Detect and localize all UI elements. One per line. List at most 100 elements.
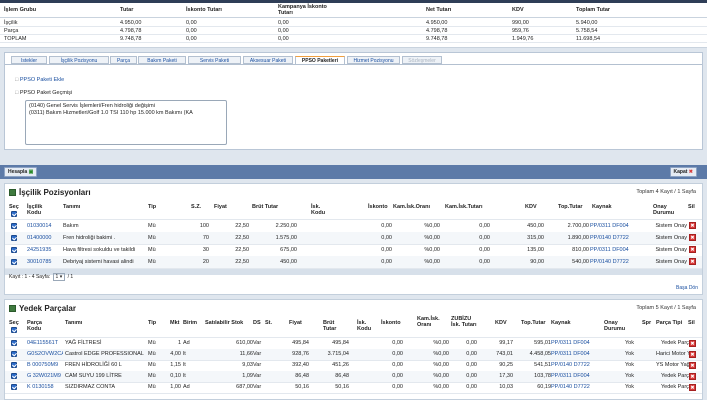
parts-cell: 11,66 (239, 351, 253, 357)
parts-header-cell[interactable]: Top.Tutar (521, 320, 551, 326)
summary-cell: 990,00 (512, 20, 529, 26)
delete-icon[interactable]: ✖ (689, 246, 696, 253)
labor-cell[interactable]: 01030014 (27, 222, 61, 230)
labor-cell: 20 (202, 259, 209, 265)
parts-cell[interactable]: G0S2OVW2CA (27, 350, 63, 358)
parts-cell[interactable]: PP/0311 DF004 (551, 372, 603, 380)
labor-cell[interactable]: 24251935 (27, 246, 61, 254)
tab-hizmet-pozisyonu[interactable]: Hizmet Pozisyonu (347, 56, 400, 64)
parts-header-cell: Onay Durumu (604, 320, 626, 332)
ppso-history-list[interactable]: (0140) Genel Servis İşlemleri/Fren hidro… (25, 100, 227, 145)
labor-cell: 0,00 (381, 247, 392, 253)
delete-icon[interactable]: ✖ (689, 258, 696, 265)
table-row[interactable]: K 0130158 SIZDIRMAZ CONTA Mü 1,00 Ad 687,00 Va… (5, 382, 702, 393)
summary-cell: 0,00 (186, 36, 197, 42)
row-checkbox[interactable] (11, 223, 17, 229)
table-row[interactable]: 30010785 Debriyaj sistemi havasi alindi Mü… (5, 256, 702, 268)
parts-cell[interactable]: PP/0311 DF004 (551, 350, 603, 358)
labor-record-info: Toplam 4 Kayıt / 1 Sayfa (636, 189, 696, 195)
parts-cell: 451,26 (332, 362, 349, 368)
table-row[interactable]: 04E115561T YAĞ FİLTRESİ Mü 1 Ad 610,00 Var 495,… (5, 338, 702, 349)
tab-aksesuar-paketi[interactable]: Aksesuar Paketi (243, 56, 293, 64)
labor-cell: 810,00 (572, 247, 589, 253)
back-to-top-link[interactable]: Başa Dön (676, 285, 698, 291)
row-checkbox[interactable] (11, 247, 17, 253)
row-checkbox[interactable] (11, 235, 17, 241)
parts-header-cell: Brüt Tutar (323, 320, 337, 332)
close-icon: ✖ (688, 169, 693, 175)
parts-cell[interactable]: G 32W021M9 (27, 372, 63, 380)
labor-cell: Debriyaj sistemi havasi alindi (63, 259, 134, 265)
delete-icon[interactable]: ✖ (689, 340, 696, 347)
parts-cell: CAM SUYU 199 LİTRE (65, 373, 122, 379)
parts-cell[interactable]: PP/0140 D7722 (551, 361, 603, 369)
history-item[interactable]: (0140) Genel Servis İşlemleri/Fren hidro… (29, 103, 223, 110)
ppso-add-link[interactable]: □ PPSO Paketi Ekle (15, 77, 64, 83)
row-checkbox[interactable] (11, 259, 17, 265)
labor-cell: 0,00 (479, 259, 490, 265)
parts-cell: lt (183, 373, 186, 379)
labor-cell[interactable]: PP/0140 D7722 (590, 258, 650, 266)
parts-cell[interactable]: PP/0311 DF004 (551, 339, 603, 347)
select-all-checkbox[interactable] (11, 327, 17, 333)
parts-cell: 9,03 (242, 362, 253, 368)
delete-icon[interactable]: ✖ (689, 373, 696, 380)
parts-header-cell[interactable]: Tip (148, 320, 162, 326)
labor-header-cell[interactable]: İşçilik Kodu (27, 204, 51, 216)
labor-cell[interactable]: PP/0311 DF004 (590, 222, 650, 230)
labor-cell: Sistem Onay (655, 223, 687, 229)
select-all-checkbox[interactable] (11, 211, 17, 217)
labor-cell[interactable]: PP/0311 DF004 (590, 246, 650, 254)
labor-section: İşçilik Pozisyonları Toplam 4 Kayıt / 1 … (4, 183, 703, 295)
row-checkbox[interactable] (11, 351, 17, 357)
labor-cell: 22,50 (235, 259, 249, 265)
tab-istekler[interactable]: Istekler (11, 56, 47, 64)
table-row[interactable]: G0S2OVW2CA Castrol EDGE PROFESSIONAL Mü 4,0… (5, 349, 702, 360)
labor-cell[interactable]: 30010785 (27, 258, 61, 266)
delete-icon[interactable]: ✖ (689, 351, 696, 358)
tab-sözleşmeler[interactable]: Sözleşmeler (402, 56, 442, 64)
close-button[interactable]: Kapat ✖ (669, 167, 697, 177)
tab-parça[interactable]: Parça (110, 56, 137, 64)
row-checkbox[interactable] (11, 373, 17, 379)
table-row[interactable]: 01400000 Fren hidroliği bakimi . Mü 70 22,50… (5, 232, 702, 244)
table-row[interactable]: 24251935 Hava filtresi sokuldu ve takildi… (5, 244, 702, 256)
tab-i-şçilik-pozisyonu[interactable]: İşçilik Pozisyonu (49, 56, 109, 64)
row-checkbox[interactable] (11, 362, 17, 368)
tab-servis-paketi[interactable]: Servis Paketi (188, 56, 241, 64)
labor-header-cell: Kam.İsk.Oranı (393, 204, 430, 210)
delete-icon[interactable]: ✖ (689, 234, 696, 241)
labor-cell[interactable]: 01400000 (27, 234, 61, 242)
parts-cell[interactable]: K 0130158 (27, 383, 63, 391)
parts-cell: 1,15 (170, 362, 181, 368)
parts-cell: 687,00 (236, 384, 253, 390)
parts-cell: 50,16 (295, 384, 309, 390)
parts-header-cell[interactable]: Kaynak (551, 320, 591, 326)
row-checkbox[interactable] (11, 384, 17, 390)
delete-icon[interactable]: ✖ (689, 384, 696, 391)
delete-icon[interactable]: ✖ (689, 222, 696, 229)
labor-cell[interactable]: PP/0140 D7722 (590, 234, 650, 242)
row-checkbox[interactable] (11, 340, 17, 346)
parts-cell[interactable]: B 000750M9 (27, 361, 63, 369)
table-row[interactable]: 01030014 Bakım Mü 100 22,50 2.250,00 0,00 %0,00… (5, 220, 702, 232)
calculate-button[interactable]: Hesapla ▣ (4, 167, 38, 177)
tab-bakım-paketi[interactable]: Bakım Paketi (138, 56, 186, 64)
labor-header-cell[interactable]: Kaynak (592, 204, 652, 210)
labor-cell: 2.700,00 (567, 223, 589, 229)
parts-cell[interactable]: 04E115561T (27, 339, 63, 347)
summary-header-cell: Kampanya İskonto Tutarı (278, 4, 327, 16)
table-row[interactable]: G 32W021M9 CAM SUYU 199 LİTRE Mü 0,10 lt 1,09… (5, 371, 702, 382)
table-row[interactable]: B 000750M9 FREN HİDROLİĞİ 60 L Mü 1,15 lt 9,0… (5, 360, 702, 371)
parts-cell[interactable]: PP/0140 D7722 (551, 383, 603, 391)
parts-header-cell[interactable]: Parça Kodu (27, 320, 55, 332)
parts-cell: 86,48 (335, 373, 349, 379)
delete-icon[interactable]: ✖ (689, 362, 696, 369)
page-select[interactable]: 1 ▾ (52, 273, 66, 281)
labor-cell: Mü (148, 247, 156, 253)
history-item[interactable]: (0311) Bakım Hizmetleri/Golf 1.0 TSI 110… (29, 110, 223, 117)
labor-cell: Sistem Onay (655, 235, 687, 241)
labor-cell: 22,50 (235, 223, 249, 229)
parts-cell: Yok (625, 351, 634, 357)
summary-cell: İşçilik (4, 20, 18, 26)
